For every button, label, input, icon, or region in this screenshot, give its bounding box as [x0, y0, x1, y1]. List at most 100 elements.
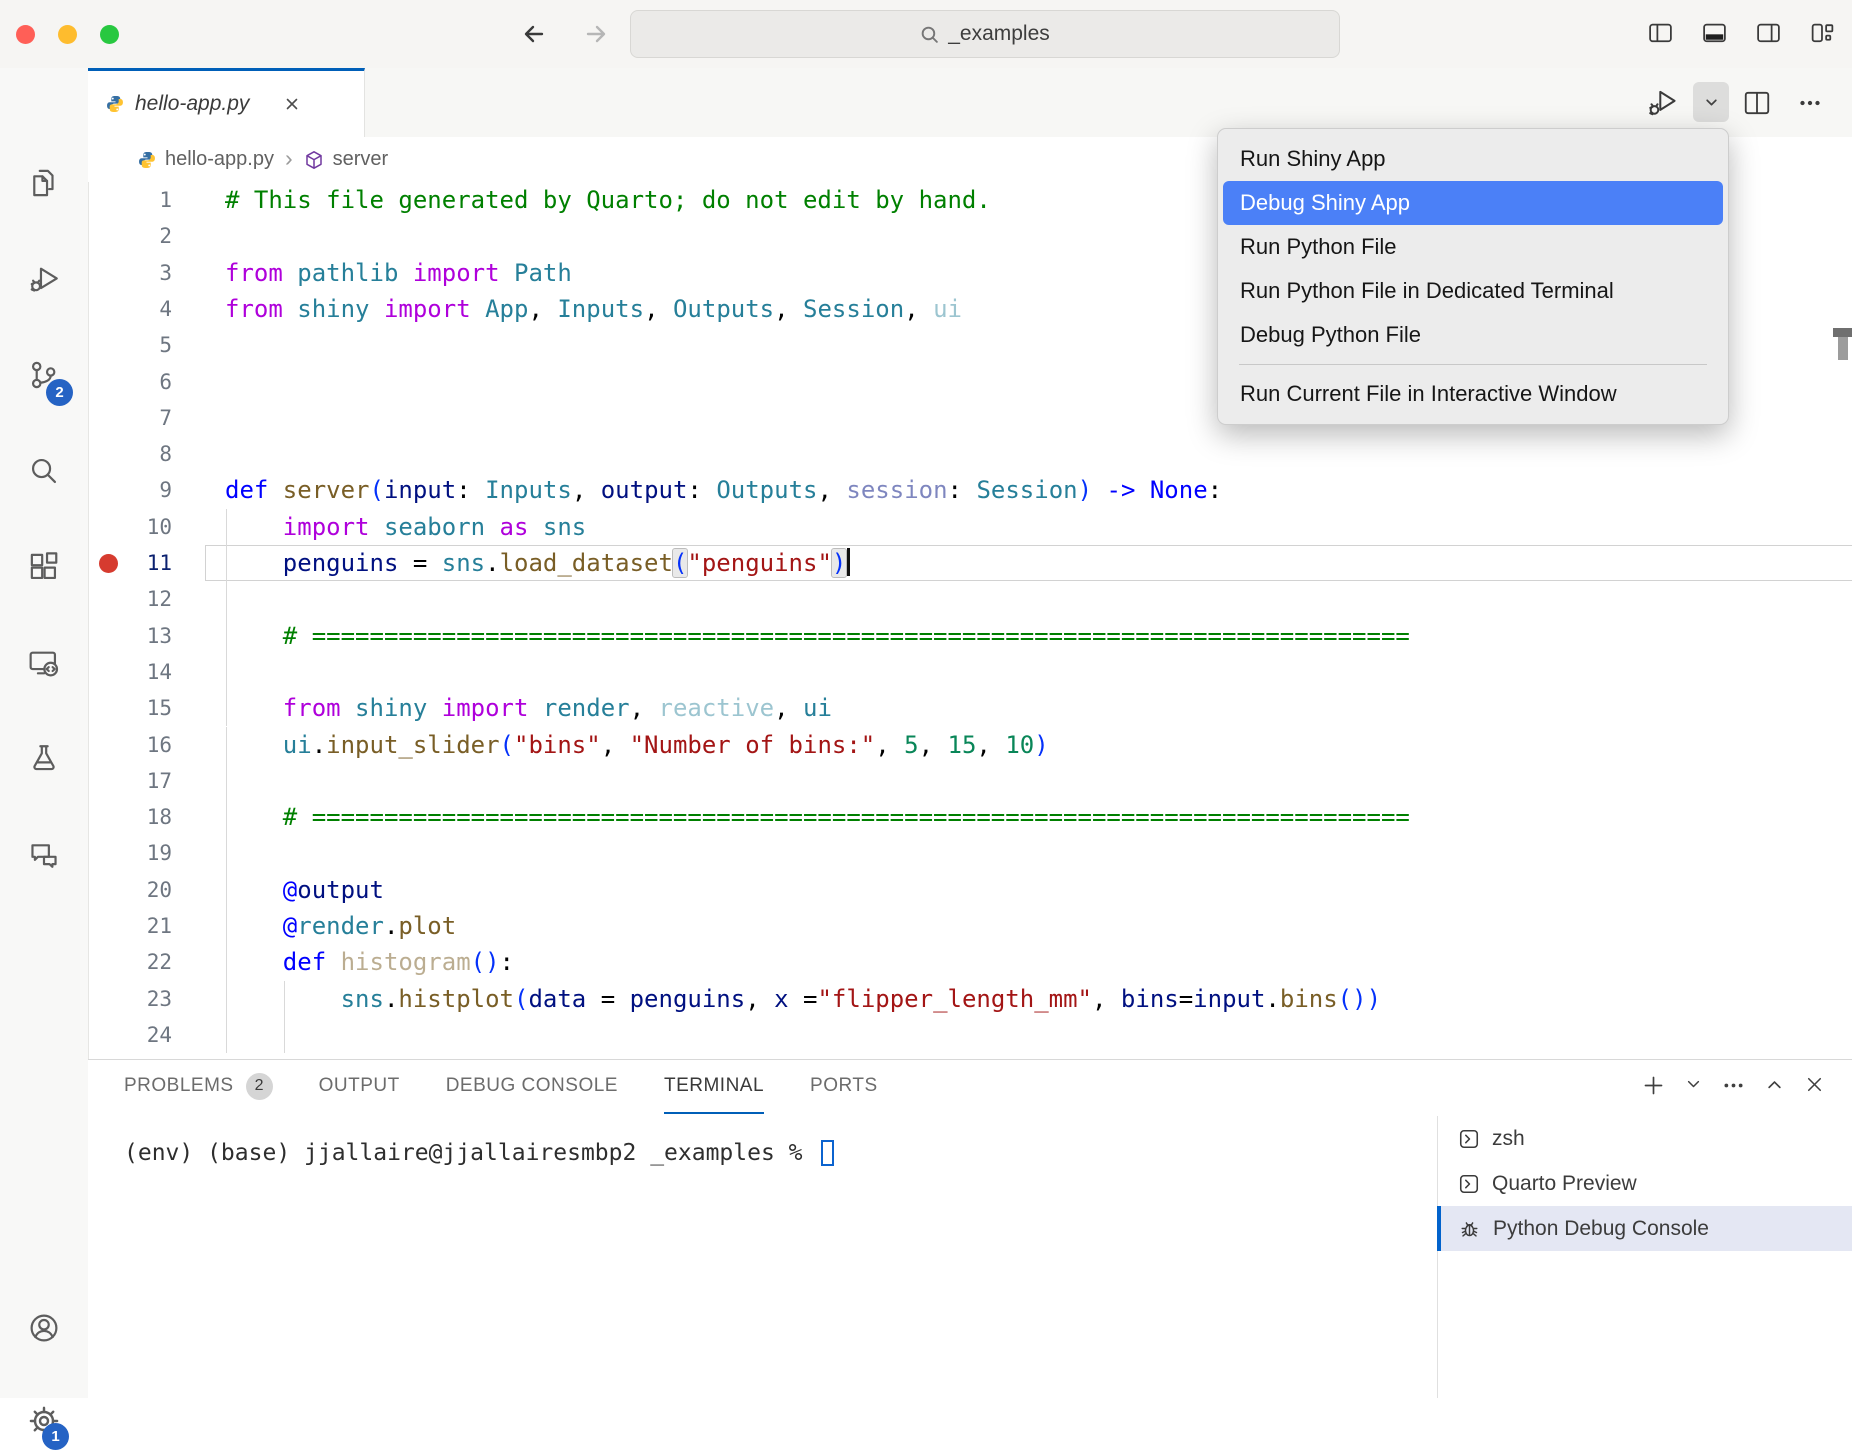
line-number[interactable]: 24 [88, 1017, 172, 1053]
code-line[interactable]: 22 def histogram(): [88, 944, 1852, 980]
panel-tab-terminal[interactable]: TERMINAL [664, 1060, 764, 1114]
run-or-debug-icon[interactable] [1646, 85, 1682, 121]
code-line[interactable]: 8 [88, 436, 1852, 472]
menu-item[interactable]: Run Shiny App [1223, 137, 1723, 181]
line-number[interactable]: 6 [88, 364, 172, 400]
maximize-panel-icon[interactable] [1763, 1073, 1786, 1098]
code-line[interactable]: 11 penguins = sns.load_dataset("penguins… [88, 545, 1852, 581]
back-icon[interactable] [518, 18, 550, 50]
line-number[interactable]: 7 [88, 400, 172, 436]
line-number[interactable]: 17 [88, 763, 172, 799]
sidebar-item-search[interactable] [0, 439, 88, 503]
code-line[interactable]: 10 import seaborn as sns [88, 509, 1852, 545]
line-number[interactable]: 12 [88, 581, 172, 617]
terminal-cursor [821, 1140, 834, 1166]
line-number[interactable]: 16 [88, 727, 172, 763]
split-editor-icon[interactable] [1742, 88, 1772, 118]
tab-hello-app[interactable]: hello-app.py [88, 68, 365, 137]
maximize-window-button[interactable] [100, 25, 119, 44]
sidebar-item-run-and-debug[interactable] [0, 247, 88, 311]
panel-tab-problems[interactable]: PROBLEMS2 [124, 1060, 273, 1114]
menu-item[interactable]: Debug Python File [1223, 313, 1723, 357]
line-number[interactable]: 19 [88, 835, 172, 871]
breadcrumb-symbol[interactable]: server [333, 148, 389, 171]
bug-icon [1458, 1217, 1481, 1240]
menu-item[interactable]: Run Python File in Dedicated Terminal [1223, 269, 1723, 313]
search-input[interactable]: _examples [630, 10, 1340, 58]
forward-icon[interactable] [580, 18, 612, 50]
line-number[interactable]: 10 [88, 509, 172, 545]
terminal-session-quarto-preview[interactable]: Quarto Preview [1437, 1161, 1852, 1206]
tab-title: hello-app.py [135, 92, 249, 116]
layout-sidebar-left-icon[interactable] [1647, 20, 1674, 47]
line-number[interactable]: 4 [88, 291, 172, 327]
line-number[interactable]: 9 [88, 472, 172, 508]
line-number[interactable]: 8 [88, 436, 172, 472]
line-number[interactable]: 21 [88, 908, 172, 944]
line-number[interactable]: 14 [88, 654, 172, 690]
code-line[interactable]: 21 @render.plot [88, 908, 1852, 944]
terminal[interactable]: (env) (base) jjallaire@jjallairesmbp2 _e… [124, 1140, 834, 1166]
launch-profile-icon[interactable] [1683, 1073, 1704, 1098]
line-number[interactable]: 3 [88, 255, 172, 291]
sidebar-item-comments[interactable] [0, 823, 88, 887]
code-line[interactable]: 24 [88, 1017, 1852, 1053]
indent-guide [226, 763, 227, 799]
sidebar-item-testing[interactable] [0, 727, 88, 791]
sidebar-item-explorer[interactable] [0, 151, 88, 215]
namespace-cube-icon [304, 150, 324, 170]
layout-panel-icon[interactable] [1701, 20, 1728, 47]
code-text: from shiny import App, Inputs, Outputs, … [225, 291, 962, 327]
line-number[interactable]: 20 [88, 872, 172, 908]
panel-tab-ports[interactable]: PORTS [810, 1060, 878, 1114]
run-options-chevron-button[interactable] [1693, 82, 1729, 122]
code-line[interactable]: 14 [88, 654, 1852, 690]
testing-icon [27, 742, 61, 776]
more-actions-icon[interactable] [1721, 1073, 1746, 1098]
code-line[interactable]: 20 @output [88, 872, 1852, 908]
menu-item[interactable]: Run Current File in Interactive Window [1223, 372, 1723, 416]
code-line[interactable]: 9def server(input: Inputs, output: Outpu… [88, 472, 1852, 508]
terminal-session-python-debug-console[interactable]: Python Debug Console [1437, 1206, 1852, 1251]
code-line[interactable]: 19 [88, 835, 1852, 871]
terminal-session-zsh[interactable]: zsh [1437, 1116, 1852, 1161]
text-cursor [847, 548, 850, 576]
line-number[interactable]: 23 [88, 981, 172, 1017]
line-number[interactable]: 15 [88, 690, 172, 726]
code-line[interactable]: 12 [88, 581, 1852, 617]
line-number[interactable]: 13 [88, 618, 172, 654]
close-window-button[interactable] [16, 25, 35, 44]
code-line[interactable]: 23 sns.histplot(data = penguins, x ="fli… [88, 981, 1852, 1017]
close-tab-icon[interactable] [284, 96, 300, 112]
minimize-window-button[interactable] [58, 25, 77, 44]
menu-item[interactable]: Debug Shiny App [1223, 181, 1723, 225]
new-terminal-icon[interactable] [1641, 1073, 1666, 1098]
line-number[interactable]: 18 [88, 799, 172, 835]
breakpoint-dot[interactable] [99, 554, 118, 573]
breadcrumb-file[interactable]: hello-app.py [165, 148, 274, 171]
panel-tab-debug-console[interactable]: DEBUG CONSOLE [446, 1060, 618, 1114]
line-number[interactable]: 2 [88, 218, 172, 254]
layout-sidebar-right-icon[interactable] [1755, 20, 1782, 47]
menu-item[interactable]: Run Python File [1223, 225, 1723, 269]
sidebar-item-remote-explorer[interactable] [0, 631, 88, 695]
sidebar-item-extensions[interactable] [0, 535, 88, 599]
sidebar-item-settings[interactable]: 1 [0, 1389, 88, 1453]
sidebar-item-source-control[interactable]: 2 [0, 343, 88, 407]
line-number[interactable]: 22 [88, 944, 172, 980]
scrollbar-handle[interactable] [1838, 337, 1848, 360]
terminal-session-list: zshQuarto PreviewPython Debug Console [1437, 1116, 1852, 1398]
line-number[interactable]: 1 [88, 182, 172, 218]
code-line[interactable]: 18 # ===================================… [88, 799, 1852, 835]
sidebar-item-accounts[interactable] [0, 1296, 88, 1360]
customize-layout-icon[interactable] [1809, 20, 1836, 47]
code-line[interactable]: 17 [88, 763, 1852, 799]
code-line[interactable]: 13 # ===================================… [88, 618, 1852, 654]
code-line[interactable]: 16 ui.input_slider("bins", "Number of bi… [88, 727, 1852, 763]
scrollbar-marker[interactable] [1833, 328, 1852, 337]
close-panel-icon[interactable] [1803, 1073, 1826, 1098]
more-actions-icon[interactable] [1795, 88, 1825, 118]
code-line[interactable]: 15 from shiny import render, reactive, u… [88, 690, 1852, 726]
panel-tab-output[interactable]: OUTPUT [319, 1060, 400, 1114]
line-number[interactable]: 5 [88, 327, 172, 363]
